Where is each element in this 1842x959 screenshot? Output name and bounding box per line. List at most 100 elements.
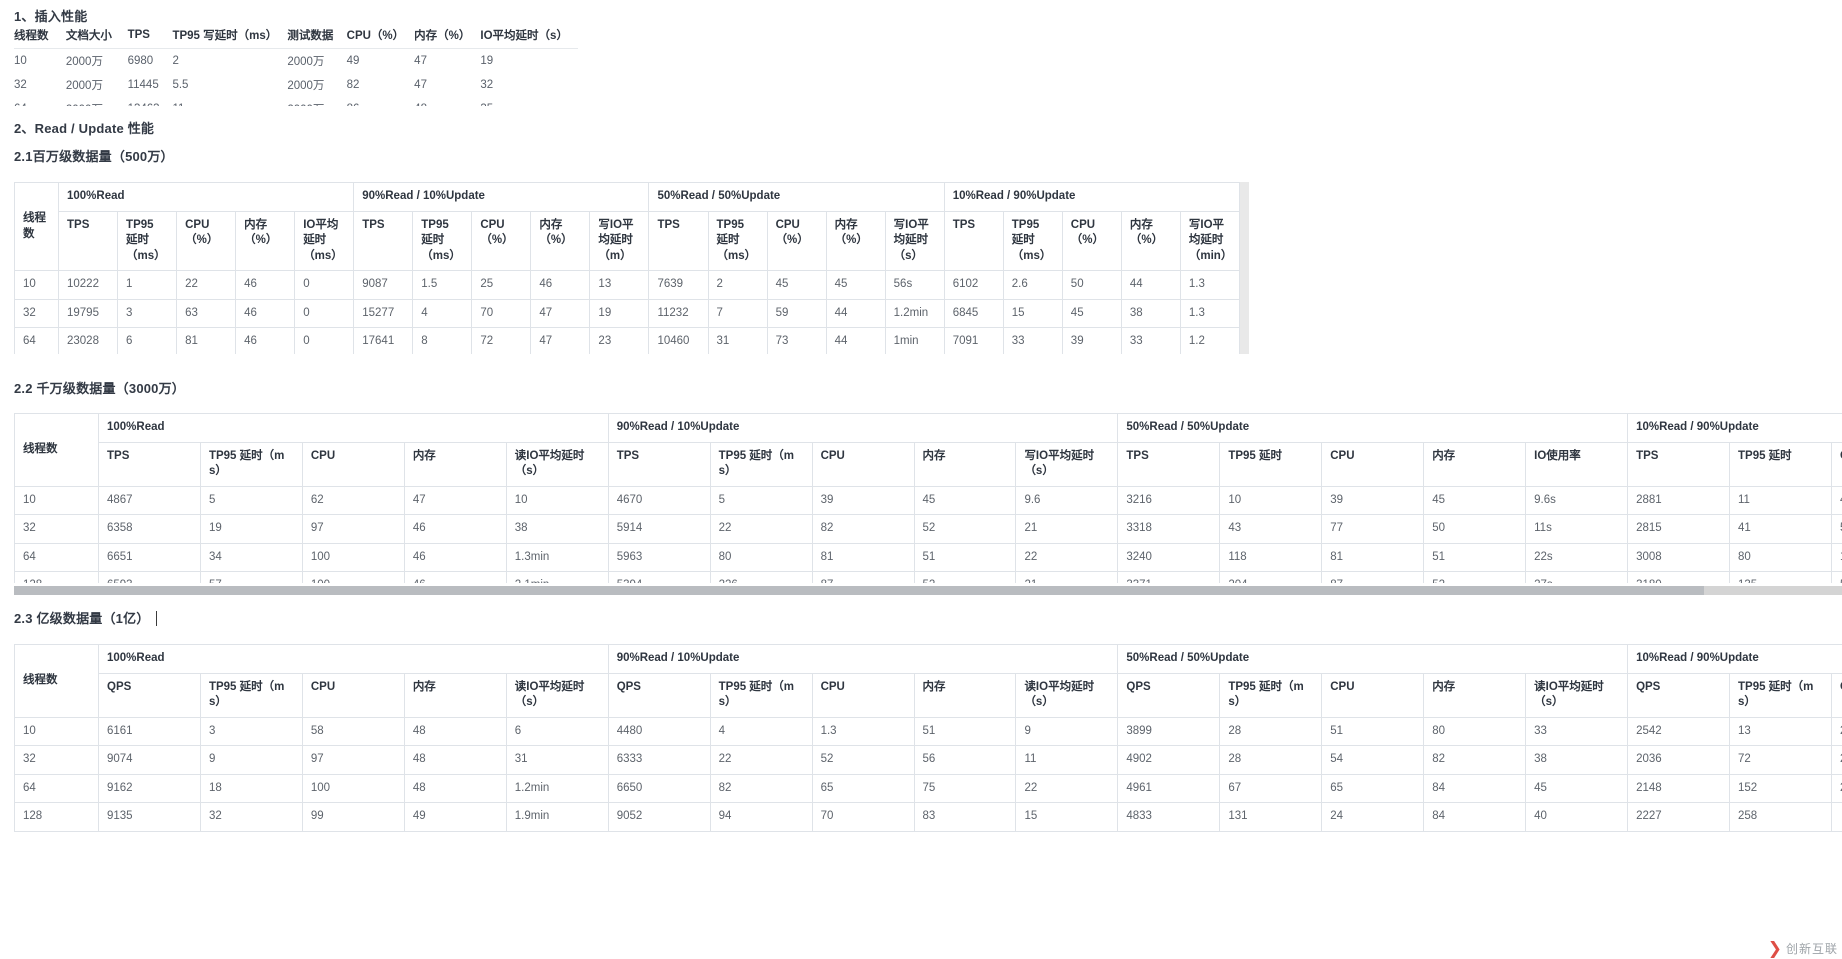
table-cell: 226 — [710, 572, 812, 583]
table-cell: 52 — [812, 746, 914, 775]
table-22-horizontal-scrollbar[interactable] — [14, 586, 1842, 595]
table-cell: 1.2min — [506, 774, 608, 803]
col-header: TPS — [99, 442, 201, 486]
col-header: IO使用率 — [1526, 442, 1628, 486]
table-group-header-row: 线程数100%Read90%Read / 10%Update50%Read / … — [15, 414, 1842, 443]
table-cell: 97 — [302, 515, 404, 544]
table-cell: 9135 — [99, 803, 201, 832]
table-cell: 33 — [1526, 717, 1628, 746]
table-cell: 22 — [710, 515, 812, 544]
table-23: 线程数100%Read90%Read / 10%Update50%Read / … — [14, 644, 1842, 832]
table-23-viewport[interactable]: 线程数100%Read90%Read / 10%Update50%Read / … — [14, 644, 1842, 944]
table-cell: 1.9min — [506, 803, 608, 832]
table-cell: 82 — [710, 774, 812, 803]
table-cell: 4833 — [1118, 803, 1220, 832]
table-cell: 72 — [1730, 746, 1832, 775]
group-header-2: 50%Read / 50%Update — [1118, 414, 1628, 443]
insert-cell: 47 — [414, 73, 480, 97]
col-header: TP95 延时（ms） — [1003, 211, 1062, 271]
table-cell: 87 — [812, 572, 914, 583]
table-cell: 31 — [708, 328, 767, 354]
col-header: TP95 延时（ms） — [1730, 673, 1832, 717]
table-22-scroll-thumb[interactable] — [14, 586, 1704, 595]
col-header: 内存（%） — [1121, 211, 1180, 271]
table-cell: 46 — [236, 299, 295, 328]
table-cell: 1min — [885, 328, 944, 354]
insert-cell: 11445 — [128, 73, 173, 97]
table-cell: 3371 — [1118, 572, 1220, 583]
col-header: CPU — [1322, 673, 1424, 717]
table-cell: 1.3 — [812, 717, 914, 746]
group-header-3: 10%Read / 90%Update — [1628, 414, 1842, 443]
col-header: CPU（%） — [1062, 211, 1121, 271]
group-header-3: 10%Read / 90%Update — [944, 183, 1239, 212]
col-header: IO平均延时（ms） — [295, 211, 354, 271]
table-cell: 18 — [200, 774, 302, 803]
table-cell: 10 — [1220, 486, 1322, 515]
col-header: QPS — [99, 673, 201, 717]
insert-cell: 19 — [480, 49, 578, 74]
insert-cell: 2000万 — [66, 97, 128, 106]
table-cell: 1.3min — [506, 543, 608, 572]
insert-col-header: IO平均延时（s） — [480, 24, 578, 49]
table-header-row: 线程数文档大小TPSTP95 写延时（ms）测试数据CPU（%）内存（%）IO平… — [14, 24, 578, 49]
table-21-viewport[interactable]: 线程数100%Read90%Read / 10%Update50%Read / … — [14, 182, 1240, 354]
table-row: 128659357100462.1min53942268752213371204… — [15, 572, 1842, 583]
section-title-insert: 1、插入性能 — [14, 6, 87, 25]
table-cell: 1.3 — [1180, 271, 1239, 300]
col-header: TP95 延时（ms） — [200, 442, 302, 486]
group-header-0: 100%Read — [99, 414, 609, 443]
table-cell: 51 — [914, 543, 1016, 572]
insert-table-clip: 线程数文档大小TPSTP95 写延时（ms）测试数据CPU（%）内存（%）IO平… — [0, 24, 578, 106]
table-cell: 48 — [404, 746, 506, 775]
table-cell: 47 — [531, 328, 590, 354]
table-cell: 59 — [767, 299, 826, 328]
col-header: TP95 延时（ms） — [200, 673, 302, 717]
table-cell: 43 — [1220, 515, 1322, 544]
group-header-1: 90%Read / 10%Update — [354, 183, 649, 212]
table-cell: 44 — [826, 299, 885, 328]
table-cell: 25 — [472, 271, 531, 300]
table-cell: 64 — [15, 543, 99, 572]
table-22-viewport[interactable]: 线程数100%Read90%Read / 10%Update50%Read / … — [14, 413, 1842, 583]
table-cell: 128 — [15, 572, 99, 583]
table-cell: 81 — [1322, 543, 1424, 572]
table-cell: 94 — [710, 803, 812, 832]
table-cell: 44 — [1121, 271, 1180, 300]
insert-col-header: CPU（%） — [347, 24, 415, 49]
table-cell: 10 — [15, 717, 99, 746]
table-cell: 28 — [1220, 717, 1322, 746]
table-cell: 10 — [15, 486, 99, 515]
table-cell: 5 — [710, 486, 812, 515]
table-21-vertical-scrollbar[interactable] — [1240, 182, 1249, 354]
table-22: 线程数100%Read90%Read / 10%Update50%Read / … — [14, 413, 1842, 583]
table-cell: 6358 — [99, 515, 201, 544]
table-cell: 11s — [1526, 515, 1628, 544]
table-cell: 32 — [15, 299, 59, 328]
col-header: TPS — [1628, 442, 1730, 486]
table-cell: 3008 — [1628, 543, 1730, 572]
table-cell: 4480 — [608, 717, 710, 746]
group-header-3: 10%Read / 90%Update — [1628, 645, 1842, 674]
table-cell: 72 — [472, 328, 531, 354]
table-cell: 45 — [1526, 774, 1628, 803]
table-cell: 32 — [15, 746, 99, 775]
table-cell: 7 — [708, 299, 767, 328]
table-cell: 45 — [826, 271, 885, 300]
table-cell: 6333 — [608, 746, 710, 775]
table-cell: 63 — [177, 299, 236, 328]
table-cell: 10222 — [59, 271, 118, 300]
table-cell: 17641 — [354, 328, 413, 354]
col-header: QPS — [608, 673, 710, 717]
table-cell: 1.5 — [413, 271, 472, 300]
col-header: CPU — [812, 442, 914, 486]
col-header-threads: 线程数 — [15, 183, 59, 271]
table-row: 3290749974831633322525611490228548238203… — [15, 746, 1842, 775]
table-cell: 15277 — [354, 299, 413, 328]
table-cell: 1.3 — [1180, 299, 1239, 328]
table-cell: 48 — [404, 717, 506, 746]
table-cell: 39 — [1062, 328, 1121, 354]
col-header: CPU（%） — [472, 211, 531, 271]
table-cell: 5963 — [608, 543, 710, 572]
col-header: 读IO平均延时（s） — [1016, 673, 1118, 717]
